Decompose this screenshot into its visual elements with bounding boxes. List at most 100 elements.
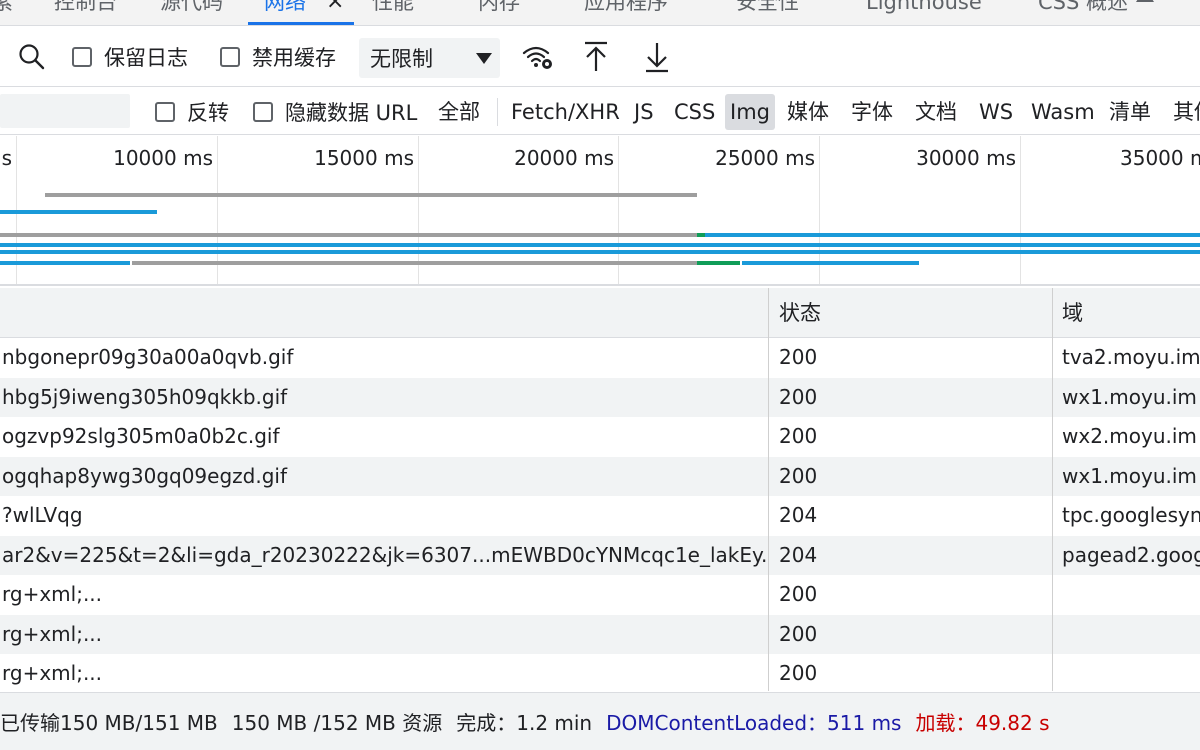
filter-type-media[interactable]: 媒体: [782, 94, 834, 130]
request-bar: [0, 233, 697, 237]
table-row[interactable]: ?wlLVqg 204 tpc.googlesyn: [0, 496, 1200, 536]
timeline-tick-label: 25000 ms: [715, 146, 815, 170]
timeline-tick-label: 10000 ms: [113, 146, 213, 170]
timeline-tick-label: 15000 ms: [314, 146, 414, 170]
tab-css-overview[interactable]: CSS 概述: [1038, 0, 1128, 24]
request-name: ogqhap8ywg30gq09egzd.gif: [2, 463, 287, 488]
tab-security[interactable]: 安全性: [736, 0, 799, 24]
resources-summary: 150 MB /152 MB 资源: [231, 711, 443, 735]
filter-type-img[interactable]: Img: [725, 94, 775, 130]
filter-input[interactable]: [0, 94, 130, 128]
request-bar: [742, 261, 919, 265]
invert-toggle[interactable]: 反转: [155, 88, 229, 135]
request-bar: [0, 243, 1200, 247]
request-name: rg+xml;...: [2, 621, 103, 646]
transferred-summary: 已传输150 MB/151 MB: [0, 711, 218, 735]
tab-sources[interactable]: 源代码: [160, 0, 223, 24]
load-time: 加载：49.82 s: [915, 711, 1050, 735]
disable-cache-toggle[interactable]: 禁用缓存: [220, 27, 336, 87]
filter-type-js[interactable]: JS: [629, 94, 659, 130]
invert-checkbox[interactable]: [155, 101, 175, 122]
column-header-domain[interactable]: 域: [1052, 288, 1083, 338]
filter-type-manifest[interactable]: 清单: [1104, 94, 1156, 130]
more-tabs-icon[interactable]: [1136, 0, 1154, 2]
table-row[interactable]: ogqhap8ywg30gq09egzd.gif 200 wx1.moyu.im: [0, 456, 1200, 496]
filter-type-css[interactable]: CSS: [669, 94, 720, 130]
tab-network[interactable]: 网络: [264, 0, 306, 24]
tab-console[interactable]: 控制台: [54, 0, 117, 24]
tab-elements[interactable]: 素: [0, 0, 13, 24]
search-icon[interactable]: [12, 37, 52, 77]
filter-type-font[interactable]: 字体: [846, 94, 898, 130]
column-resize-handle[interactable]: [768, 288, 769, 691]
request-domain: wx2.moyu.im: [1062, 424, 1197, 448]
tab-application[interactable]: 应用程序: [584, 0, 668, 24]
request-bar: [705, 233, 1200, 237]
hide-data-url-label: 隐藏数据 URL: [285, 100, 418, 125]
disable-cache-checkbox[interactable]: [220, 47, 240, 67]
tab-lighthouse[interactable]: Lighthouse: [866, 0, 982, 24]
table-row[interactable]: nbgonepr09g30a00a0qvb.gif 200 tva2.moyu.…: [0, 338, 1200, 378]
filter-type-doc[interactable]: 文档: [910, 94, 962, 130]
request-bar: [697, 261, 740, 265]
timeline-tick-label: 30000 ms: [916, 146, 1016, 170]
request-status: 200: [779, 384, 818, 409]
request-name: rg+xml;...: [2, 582, 103, 606]
request-domain: [1062, 654, 1200, 691]
request-domain: tva2.moyu.im: [1062, 345, 1200, 369]
tab-memory[interactable]: 内存: [478, 0, 520, 24]
chevron-down-icon: [476, 53, 492, 64]
filter-type-all[interactable]: 全部: [433, 94, 485, 130]
filter-type-other[interactable]: 其他: [1168, 94, 1200, 130]
hide-data-url-checkbox[interactable]: [253, 101, 273, 122]
network-conditions-icon[interactable]: [518, 37, 558, 77]
request-table: 状态 域 nbgonepr09g30a00a0qvb.gif 200 tva2.…: [0, 288, 1200, 691]
request-domain: pagead2.goog: [1062, 542, 1200, 567]
request-bar: [45, 193, 697, 197]
table-row[interactable]: rg+xml;... 200: [0, 654, 1200, 691]
table-row[interactable]: hbg5j9iweng305h09qkkb.gif 200 wx1.moyu.i…: [0, 377, 1200, 417]
filter-type-wasm[interactable]: Wasm: [1026, 94, 1100, 130]
tab-performance[interactable]: 性能: [372, 0, 414, 24]
timeline-tick-label: ms: [0, 146, 12, 170]
filter-type-fetch-xhr[interactable]: Fetch/XHR: [506, 94, 625, 130]
request-status: 200: [779, 582, 818, 606]
table-row[interactable]: rg+xml;... 200: [0, 614, 1200, 655]
table-row[interactable]: rg+xml;... 200: [0, 575, 1200, 615]
request-status: 204: [779, 503, 818, 527]
timeline-gridline: [1020, 136, 1021, 284]
request-status: 200: [779, 424, 818, 448]
request-bar: [0, 261, 130, 265]
filter-bar: 反转 隐藏数据 URL 全部 Fetch/XHR JS CSS Img 媒体 字…: [0, 88, 1200, 135]
column-resize-handle[interactable]: [1052, 288, 1053, 691]
request-domain: [1062, 575, 1200, 615]
throttling-select[interactable]: 无限制: [359, 38, 500, 78]
close-icon[interactable]: ×: [326, 0, 344, 18]
network-summary-bar: 已传输150 MB/151 MB 150 MB /152 MB 资源 完成：1.…: [0, 692, 1200, 750]
throttling-value: 无限制: [370, 47, 433, 71]
table-row[interactable]: ogzvp92slg305m0a0b2c.gif 200 wx2.moyu.im: [0, 417, 1200, 457]
export-har-icon[interactable]: [637, 37, 677, 77]
timeline-tick-label: 20000 ms: [514, 146, 614, 170]
import-har-icon[interactable]: [576, 37, 616, 77]
preserve-log-checkbox[interactable]: [72, 47, 92, 67]
preserve-log-label: 保留日志: [104, 46, 188, 70]
request-name: hbg5j9iweng305h09qkkb.gif: [2, 384, 288, 409]
preserve-log-toggle[interactable]: 保留日志: [72, 27, 188, 87]
request-status: 200: [779, 463, 818, 488]
request-domain: [1062, 615, 1200, 655]
timeline-tick-label: 35000 ms: [1120, 146, 1200, 170]
hide-data-url-toggle[interactable]: 隐藏数据 URL: [253, 88, 417, 135]
request-status: 200: [779, 661, 818, 685]
request-name: nbgonepr09g30a00a0qvb.gif: [2, 345, 294, 369]
finish-time: 完成：1.2 min: [456, 711, 593, 735]
request-name: ar2&v=225&t=2&li=gda_r20230222&jk=6307..…: [2, 542, 766, 567]
table-header: 状态 域: [0, 288, 1200, 338]
column-header-status[interactable]: 状态: [769, 288, 821, 338]
network-overview-timeline[interactable]: ms 10000 ms 15000 ms 20000 ms 25000 ms 3…: [0, 136, 1200, 286]
network-toolbar: 保留日志 禁用缓存 无限制: [0, 27, 1200, 87]
filter-type-ws[interactable]: WS: [974, 94, 1018, 130]
table-row[interactable]: ar2&v=225&t=2&li=gda_r20230222&jk=6307..…: [0, 535, 1200, 575]
devtools-network-panel: 素 控制台 源代码 网络 × 性能 内存 应用程序 安全性 Lighthouse…: [0, 0, 1200, 750]
request-status: 200: [779, 345, 818, 369]
